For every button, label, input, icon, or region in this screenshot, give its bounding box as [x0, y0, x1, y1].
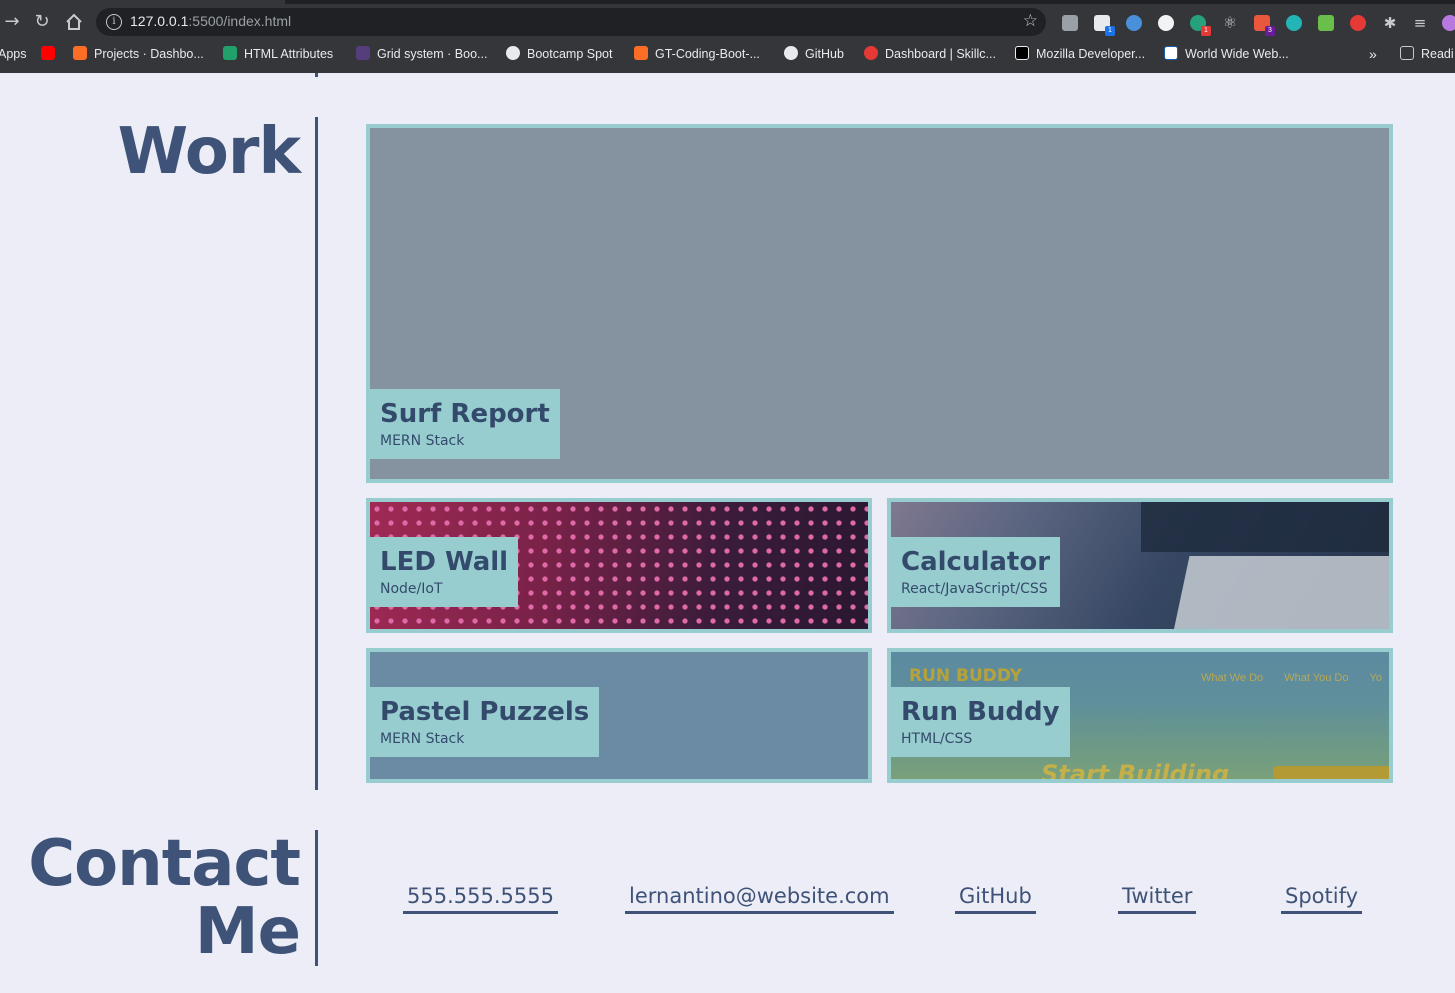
gitlab-icon: [634, 46, 648, 60]
profile-avatar[interactable]: [1442, 15, 1455, 31]
contact-heading: Contact Me: [28, 827, 301, 969]
project-name: Surf Report: [380, 399, 550, 429]
project-label[interactable]: Calculator React/JavaScript/CSS: [891, 537, 1061, 607]
contact-divider: [315, 830, 318, 966]
project-card-calculator[interactable]: Calculator React/JavaScript/CSS: [887, 498, 1393, 633]
project-stack: MERN Stack: [380, 433, 465, 449]
browser-chrome: → ↻ i 127.0.0.1:5500/index.html ☆ 1 1 ⚛ …: [0, 0, 1455, 73]
bookmark-gt-coding[interactable]: GT-Coding-Boot-...: [634, 46, 760, 62]
extension-icon[interactable]: [1158, 15, 1174, 31]
bookmark-bootcamp-spot[interactable]: Bootcamp Spot: [506, 46, 612, 62]
puzzle-icon[interactable]: ✱: [1382, 15, 1398, 31]
extension-icon[interactable]: 3: [1254, 15, 1275, 36]
project-stack: React/JavaScript/CSS: [901, 581, 1048, 597]
work-heading: Work: [117, 115, 301, 189]
forward-icon[interactable]: →: [0, 10, 24, 34]
bookmark-projects[interactable]: Projects · Dashbo...: [73, 46, 204, 62]
bookmark-star-icon[interactable]: ☆: [1023, 11, 1038, 31]
dev-tools-extension-icon[interactable]: [1126, 15, 1142, 31]
contact-heading-line1: Contact: [28, 827, 301, 901]
bookmark-apps[interactable]: Apps: [0, 46, 27, 62]
w3schools-icon: [223, 46, 237, 60]
more-bookmarks-button[interactable]: »: [1369, 46, 1377, 62]
project-card-led-wall[interactable]: LED Wall Node/IoT: [366, 498, 872, 633]
contact-email-link[interactable]: lernantino@website.com: [625, 884, 894, 914]
project-label[interactable]: Surf Report MERN Stack: [370, 389, 560, 459]
work-divider: [315, 117, 318, 790]
home-icon[interactable]: [62, 10, 86, 34]
project-label[interactable]: LED Wall Node/IoT: [370, 537, 519, 607]
media-queue-icon[interactable]: ≡: [1412, 15, 1428, 31]
gitlab-icon: [73, 46, 87, 60]
project-name: LED Wall: [380, 547, 509, 577]
w3c-icon: [1164, 46, 1178, 60]
bookmark-youtube[interactable]: [41, 46, 62, 62]
mdn-icon: [1015, 46, 1029, 60]
extension-icon[interactable]: [1286, 15, 1302, 31]
bookmark-w3c[interactable]: World Wide Web...: [1164, 46, 1289, 62]
bookmark-grid-system[interactable]: Grid system · Boo...: [356, 46, 487, 62]
project-name: Pastel Puzzels: [380, 697, 590, 727]
extension-icon[interactable]: [1350, 15, 1366, 31]
extension-icon[interactable]: 1: [1190, 15, 1211, 36]
project-card-run-buddy[interactable]: RUN BUDDY What We Do What You Do Yo Star…: [887, 648, 1393, 783]
cors-extension-icon[interactable]: [1318, 15, 1334, 31]
project-name: Calculator: [901, 547, 1051, 577]
bookmark-github[interactable]: GitHub: [784, 46, 844, 62]
site-info-icon[interactable]: i: [106, 14, 122, 30]
bookmark-skillcrush[interactable]: Dashboard | Skillc...: [864, 46, 996, 62]
browser-toolbar: → ↻ i 127.0.0.1:5500/index.html ☆ 1 1 ⚛ …: [0, 4, 1455, 40]
reading-list[interactable]: Readi: [1400, 46, 1454, 62]
project-label[interactable]: Pastel Puzzels MERN Stack: [370, 687, 600, 757]
youtube-icon: [41, 46, 55, 60]
run-buddy-hero: Start Building: [1041, 760, 1230, 783]
bookmarks-bar: Apps Projects · Dashbo... HTML Attribute…: [0, 40, 1455, 68]
contact-twitter-link[interactable]: Twitter: [1118, 884, 1197, 914]
bookmark-html-attributes[interactable]: HTML Attributes: [223, 46, 333, 62]
bootstrap-icon: [356, 46, 370, 60]
project-label[interactable]: Run Buddy HTML/CSS: [891, 687, 1070, 757]
run-buddy-nav: What We Do What You Do Yo: [1201, 672, 1382, 684]
contact-github-link[interactable]: GitHub: [955, 884, 1036, 914]
bookmark-mdn[interactable]: Mozilla Developer...: [1015, 46, 1145, 62]
project-stack: MERN Stack: [380, 731, 465, 747]
reload-icon[interactable]: ↻: [30, 10, 54, 34]
project-stack: Node/IoT: [380, 581, 443, 597]
url-text[interactable]: 127.0.0.1:5500/index.html: [130, 13, 291, 29]
contact-spotify-link[interactable]: Spotify: [1281, 884, 1363, 914]
project-card-pastel-puzzels[interactable]: Pastel Puzzels MERN Stack: [366, 648, 872, 783]
address-bar[interactable]: i 127.0.0.1:5500/index.html ☆: [96, 8, 1046, 36]
github-icon: [784, 46, 798, 60]
run-buddy-logo: RUN BUDDY: [909, 666, 1023, 686]
extension-icon[interactable]: 1: [1094, 15, 1115, 36]
grammarly-extension-icon[interactable]: [1062, 15, 1078, 31]
project-card-surf-report[interactable]: Surf Report MERN Stack: [366, 124, 1393, 483]
contact-phone-link[interactable]: 555.555.5555: [403, 884, 558, 914]
reading-list-icon: [1400, 46, 1414, 60]
globe-icon: [506, 46, 520, 60]
monitor-shape: [1141, 502, 1389, 552]
section-divider: [315, 73, 318, 77]
project-stack: HTML/CSS: [901, 731, 973, 747]
skillcrush-icon: [864, 46, 878, 60]
react-devtools-icon[interactable]: ⚛: [1222, 15, 1238, 31]
contact-heading-line2: Me: [194, 895, 301, 969]
run-buddy-cta: [1273, 766, 1389, 779]
project-name: Run Buddy: [901, 697, 1060, 727]
laptop-screen-shape: [1172, 556, 1389, 629]
